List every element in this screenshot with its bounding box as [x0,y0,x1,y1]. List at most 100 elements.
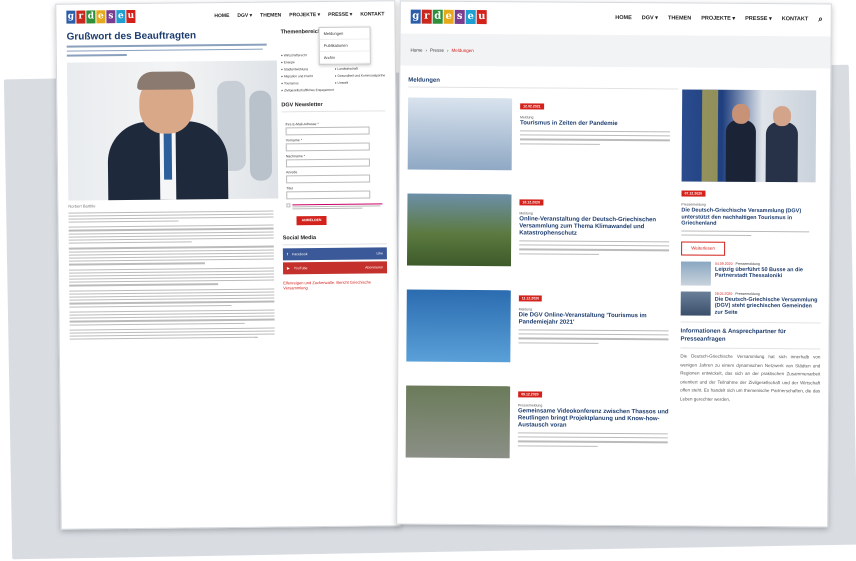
newsletter-heading: DGV Newsletter [281,102,323,109]
nav-item-4[interactable]: PRESSE ▾ [745,16,772,22]
post-item[interactable]: 11.12.2020 Meldung Die DGV Online-Veransta… [406,280,677,378]
post-thumbnail[interactable] [407,97,513,171]
nav-item-1[interactable]: DGV ▾ [642,15,658,21]
newsletter-submit-button[interactable]: ANMELDEN [296,215,327,226]
newsletter-input[interactable] [286,190,371,200]
post-text: 12.02.2021 Meldung Tourismus in Zeiten der… [519,94,679,185]
nav-item-2[interactable]: THEMEN [260,12,281,18]
nav-item-3[interactable]: PROJEKTE ▾ [701,16,735,22]
article-paragraph [69,288,279,308]
theme-icon: ● [334,73,337,78]
mini-post[interactable]: 28.04.2020 Pressemeldung Die Deutsch-Griec… [680,291,821,317]
article-paragraph [68,210,278,223]
excerpt-line [681,234,752,236]
theme-item[interactable]: ● Tourismus [281,81,332,86]
nav-item-0[interactable]: HOME [615,15,632,21]
post-text: 09.12.2020 Pressemeldung Gemeinsame Videok… [517,382,677,473]
breadcrumb-item[interactable]: Presse [430,47,444,52]
mini-thumbnail[interactable] [680,291,711,316]
mini-post[interactable]: 04.09.2020 Pressemeldung Leipzig überführt… [680,261,821,287]
nav-item-5[interactable]: KONTAKT [360,11,384,17]
newsletter-form: Ihre E-Mail-Adresse * Vorname * Nachname *… [281,114,386,200]
theme-icon: ● [281,74,283,79]
breadcrumb-item[interactable]: Home [410,47,422,52]
nav-item-0[interactable]: HOME [214,12,229,18]
theme-label: Zivilgesellschaftliches Engagement [284,87,334,93]
post-item[interactable]: 12.02.2021 Meldung Tourismus in Zeiten der… [407,88,679,186]
nav-item-3[interactable]: PROJEKTE ▾ [289,12,320,18]
intro-text [66,43,277,57]
portrait-photo [66,59,279,201]
page-title: Grußwort des Beauftragten [66,30,197,43]
theme-icon: ● [281,88,284,93]
post-text: 18.12.2020 Meldung Online-Veranstaltung de… [519,190,678,281]
newsletter-input[interactable] [285,126,370,136]
dropdown-item[interactable]: Archiv [319,51,370,65]
theme-label: Tourismus [284,81,299,86]
theme-item[interactable]: ● Stadtentwicklung [281,67,332,71]
text-line [69,336,258,341]
post-title[interactable]: Die DGV Online-Veranstaltung 'Tourismus … [519,312,677,327]
breadcrumb-separator: › [425,47,428,53]
left-header: grdeseu HOME DGV ▾ THEMEN PROJEKTE ▾ PRESSE … [56,1,394,28]
mini-title[interactable]: Die Deutsch-Griechische Versammlung (DGV… [715,297,821,317]
excerpt-line [519,134,670,137]
mini-category: Pressemeldung [735,291,760,296]
text-line [68,216,274,220]
search-icon[interactable]: ⌕ [818,14,823,24]
mini-title[interactable]: Leipzig überführt 50 Busse an die Partne… [715,267,821,281]
text-line [69,322,245,326]
theme-item[interactable]: ● Landwirtschaft [334,66,385,71]
post-item[interactable]: 18.12.2020 Meldung Online-Veranstaltung de… [406,184,678,282]
nav-item-4[interactable]: PRESSE ▾ [328,11,352,17]
nav-item-1[interactable]: DGV ▾ [237,12,252,18]
social-row[interactable]: f Facebook Like [282,247,387,261]
post-thumbnail[interactable] [406,289,511,363]
theme-item[interactable]: ● Umwelt [335,80,386,85]
left-sidebar: Themenbereiche ●Wirtschaftsrecht●Digital… [281,28,388,290]
newsletter-input[interactable] [285,158,370,168]
mini-text: 28.04.2020 Pressemeldung Die Deutsch-Griec… [715,292,821,317]
read-more-button[interactable]: Weiterlesen [681,241,726,256]
breadcrumb-bar: Home › Presse › Meldungen [400,33,831,69]
presse-dropdown: Meldungen Publikationen Archiv [318,26,371,66]
article-paragraph [69,327,280,341]
post-title[interactable]: Online-Veranstaltung der Deutsch-Griechi… [519,216,677,238]
theme-item[interactable]: ● Zivilgesellschaftliches Engagement [281,87,385,93]
theme-icon: ● [334,80,337,85]
social-row[interactable]: ▶ YouTube Abonnieren [282,261,388,275]
post-title[interactable]: Gemeinsame Videokonferenz zwischen Thass… [518,408,676,430]
breadcrumb: Home › Presse › Meldungen [410,47,473,52]
text-line [69,283,219,287]
newsletter-input[interactable] [285,142,370,152]
site-logo[interactable]: grdeseu [410,9,487,25]
left-main: Grußwort des Beauftragten Norbert Barthl… [67,25,280,344]
post-thumbnail[interactable] [406,193,512,267]
theme-item[interactable]: ● Gesundheit und Kommunalpartnerschaften [335,73,386,78]
mini-text: 04.09.2020 Pressemeldung Leipzig überführt… [715,262,821,287]
breadcrumb-item[interactable]: Meldungen [452,47,474,52]
post-date-badge: 09.12.2020 [518,391,542,398]
theme-item[interactable]: ● Migration und Flucht [281,74,332,79]
post-thumbnail[interactable] [405,385,511,459]
footer-link[interactable]: Elfenreigen und Zuckerwatte. Bericht Gri… [283,279,387,291]
site-logo[interactable]: grdeseu [66,9,136,24]
theme-label: Gesundheit und Kommunalpartnerschaften [337,73,386,78]
text-line [68,241,192,245]
newsletter-input[interactable] [286,174,371,184]
featured-title[interactable]: Die Deutsch-Griechische Versammlung (DGV… [681,207,821,227]
post-title[interactable]: Tourismus in Zeiten der Pandemie [520,120,678,128]
section-heading: Meldungen [408,77,440,84]
logo-letter: e [465,9,476,25]
mini-thumbnail[interactable] [680,261,712,286]
post-item[interactable]: 09.12.2020 Pressemeldung Gemeinsame Videok… [405,376,677,474]
nav-item-5[interactable]: KONTAKT [782,16,809,22]
theme-label: Wirtschaftsrecht [283,53,307,58]
excerpt-line [517,436,668,439]
nav-item-2[interactable]: THEMEN [668,15,691,21]
dropdown-item[interactable]: Publikationen [319,39,370,53]
consent-checkbox[interactable] [286,203,291,208]
social-action: Like [376,251,383,256]
text-line [68,220,179,223]
dropdown-item[interactable]: Meldungen [319,27,370,41]
